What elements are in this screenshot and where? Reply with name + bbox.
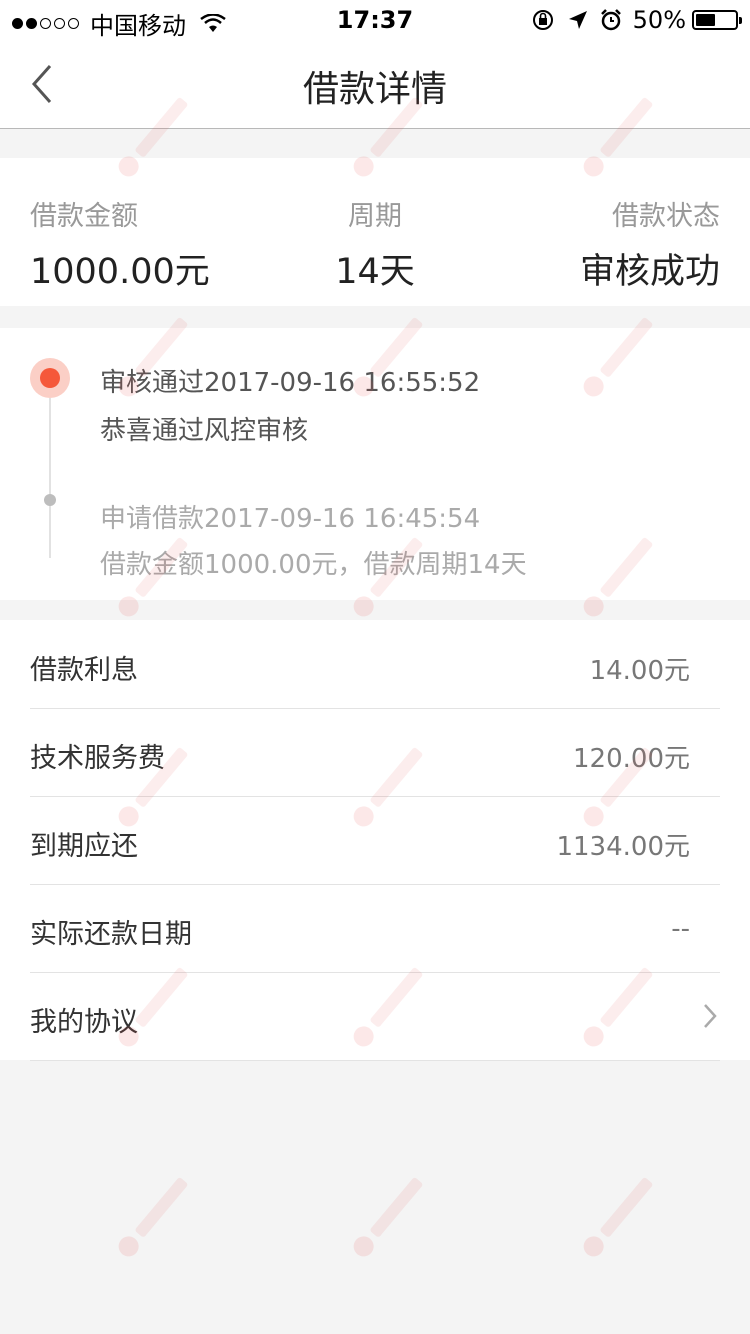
status-label: 借款状态	[612, 201, 720, 232]
chevron-left-icon	[31, 65, 52, 103]
detail-label: 我的协议	[30, 1007, 138, 1038]
chevron-right-icon	[704, 1004, 717, 1028]
timeline-line	[49, 398, 51, 558]
battery-percent: 50%	[632, 6, 686, 34]
timeline-dot-icon	[44, 494, 56, 506]
detail-row-service-fee: 技术服务费 120.00元	[30, 708, 720, 797]
status-block: 借款状态 审核成功	[580, 194, 720, 294]
alarm-icon	[600, 9, 621, 31]
loan-details-list: 借款利息 14.00元 技术服务费 120.00元 到期应还 1134.00元 …	[0, 620, 750, 1061]
watermark-icon	[108, 1163, 202, 1267]
detail-row-interest: 借款利息 14.00元	[30, 620, 720, 709]
timeline-item-title: 申请借款2017-09-16 16:45:54	[100, 504, 481, 534]
detail-row-due-amount: 到期应还 1134.00元	[30, 796, 720, 885]
detail-label: 实际还款日期	[30, 919, 192, 950]
status-bar: 中国移动 17:37 50%	[0, 0, 750, 40]
battery-icon	[692, 10, 742, 30]
progress-timeline: 审核通过2017-09-16 16:55:52 恭喜通过风控审核 申请借款201…	[0, 328, 750, 600]
back-button[interactable]	[24, 60, 64, 108]
detail-value: 14.00元	[589, 656, 690, 686]
detail-row-repay-date: 实际还款日期 --	[30, 884, 720, 973]
my-agreement-row[interactable]: 我的协议	[30, 972, 720, 1061]
status-right: 50%	[531, 6, 742, 34]
timeline-item-desc: 恭喜通过风控审核	[100, 416, 309, 446]
page-title: 借款详情	[302, 69, 447, 110]
watermark-icon	[343, 1163, 437, 1267]
location-icon	[568, 11, 587, 29]
timeline-item-title: 审核通过2017-09-16 16:55:52	[100, 368, 481, 398]
loan-summary: 借款金额 1000.00元 周期 14天 借款状态 审核成功	[0, 158, 750, 306]
nav-bar: 借款详情	[0, 40, 750, 129]
detail-label: 技术服务费	[30, 743, 165, 774]
detail-value: 120.00元	[573, 744, 690, 774]
detail-value: 1134.00元	[556, 832, 690, 862]
rotation-lock-icon	[532, 10, 553, 30]
detail-value: --	[671, 914, 690, 944]
timeline-active-dot-icon	[30, 358, 70, 398]
watermark-icon	[573, 1163, 667, 1267]
detail-label: 到期应还	[30, 831, 138, 862]
detail-label: 借款利息	[30, 655, 138, 686]
status-value: 审核成功	[579, 252, 720, 292]
timeline-item-desc: 借款金额1000.00元，借款周期14天	[100, 550, 527, 580]
